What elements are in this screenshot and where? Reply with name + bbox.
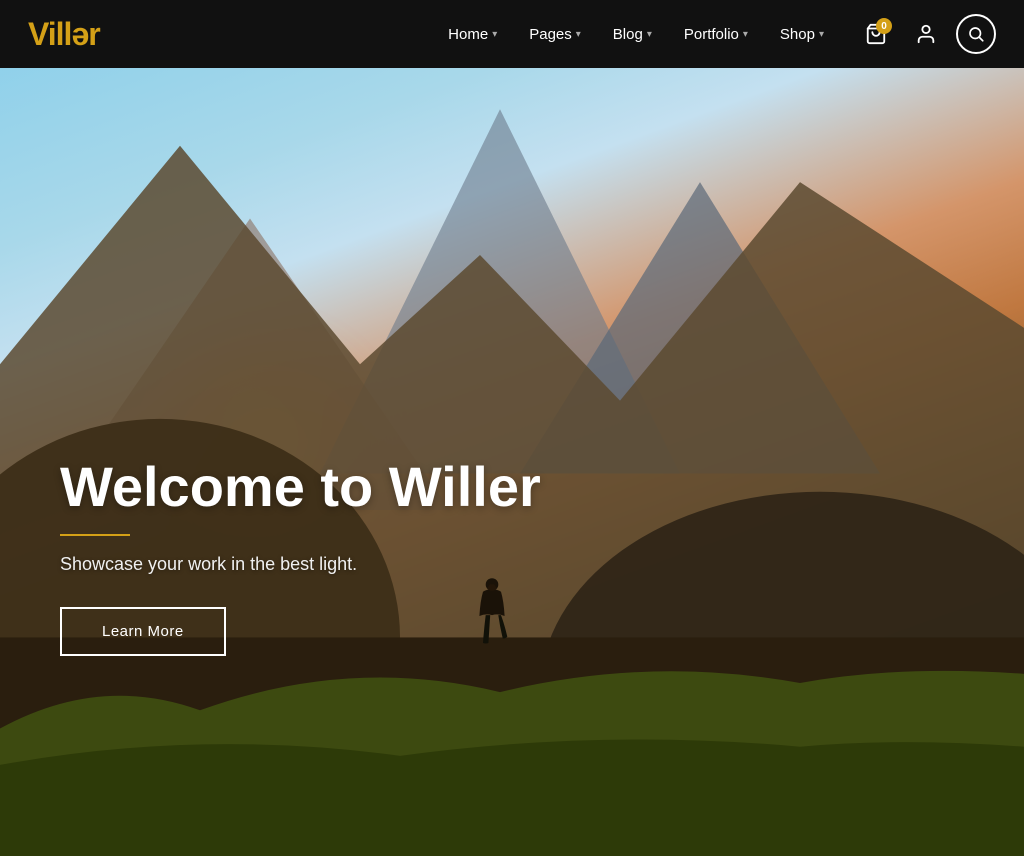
chevron-down-icon: ▾: [743, 29, 748, 40]
nav-link-blog[interactable]: Blog ▾: [599, 18, 666, 51]
logo-text-main: Vill: [28, 16, 71, 52]
hero-background: [0, 0, 1024, 856]
chevron-down-icon: ▾: [492, 29, 497, 40]
nav-item-blog[interactable]: Blog ▾: [599, 18, 666, 51]
logo[interactable]: Villər: [28, 16, 100, 53]
learn-more-button[interactable]: Learn More: [60, 607, 226, 656]
chevron-down-icon: ▾: [647, 29, 652, 40]
search-icon: [967, 25, 985, 43]
hero-content: Welcome to Willer Showcase your work in …: [60, 456, 541, 656]
nav-item-shop[interactable]: Shop ▾: [766, 18, 838, 51]
user-button[interactable]: [906, 14, 946, 54]
nav-links: Home ▾ Pages ▾ Blog ▾ Portfolio ▾ Shop: [434, 18, 838, 51]
nav-label-home: Home: [448, 26, 488, 43]
nav-icons: 0: [856, 14, 996, 54]
cart-badge: 0: [876, 18, 892, 34]
mountain-svg: [0, 0, 1024, 856]
nav-label-shop: Shop: [780, 26, 815, 43]
nav-label-pages: Pages: [529, 26, 572, 43]
chevron-down-icon: ▾: [576, 29, 581, 40]
search-button[interactable]: [956, 14, 996, 54]
nav-item-home[interactable]: Home ▾: [434, 18, 511, 51]
hero-subtitle: Showcase your work in the best light.: [60, 554, 541, 575]
hero-divider: [60, 534, 130, 536]
user-icon: [915, 23, 937, 45]
hero-title: Welcome to Willer: [60, 456, 541, 518]
logo-text-accent: ər: [71, 16, 99, 52]
nav-link-pages[interactable]: Pages ▾: [515, 18, 595, 51]
nav-item-pages[interactable]: Pages ▾: [515, 18, 595, 51]
nav-label-blog: Blog: [613, 26, 643, 43]
nav-link-home[interactable]: Home ▾: [434, 18, 511, 51]
nav-link-shop[interactable]: Shop ▾: [766, 18, 838, 51]
cart-button[interactable]: 0: [856, 14, 896, 54]
nav-label-portfolio: Portfolio: [684, 26, 739, 43]
nav-item-portfolio[interactable]: Portfolio ▾: [670, 18, 762, 51]
nav-link-portfolio[interactable]: Portfolio ▾: [670, 18, 762, 51]
navbar: Villər Home ▾ Pages ▾ Blog ▾ Portfolio ▾: [0, 0, 1024, 68]
chevron-down-icon: ▾: [819, 29, 824, 40]
hero-section: Welcome to Willer Showcase your work in …: [0, 0, 1024, 856]
